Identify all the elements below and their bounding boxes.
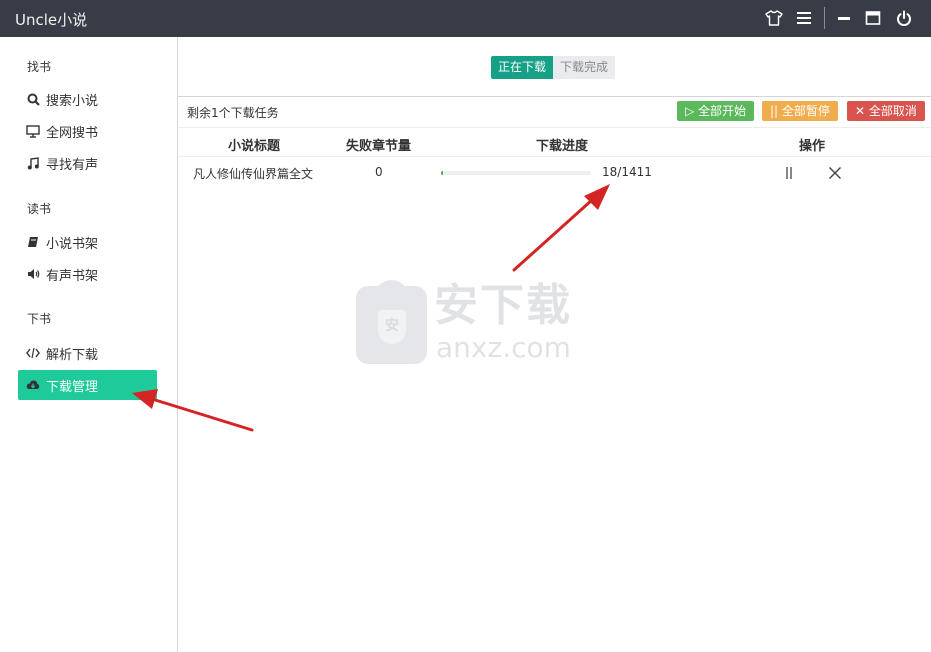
row-title: 凡人修仙传仙界篇全文: [193, 167, 314, 181]
sidebar-item-label: 全网搜书: [46, 125, 99, 141]
sidebar-item-label: 下载管理: [46, 379, 99, 395]
row-failed-count: 0: [375, 165, 383, 179]
title-separator: [824, 7, 825, 29]
watermark-text-en: anxz.com: [436, 331, 571, 364]
progress-fill: [441, 171, 443, 175]
code-icon: [26, 346, 40, 360]
cloud-download-icon: [26, 378, 40, 392]
tab-downloading[interactable]: 正在下载: [491, 56, 554, 79]
sidebar-item-label: 小说书架: [46, 236, 99, 252]
pause-icon[interactable]: [781, 165, 797, 181]
sidebar: 找书 搜索小说 全网搜书 寻找有声 读书 小说书架 有声书架 下书 解析下载 下…: [0, 37, 178, 652]
title-bar: Uncle小说: [0, 0, 931, 37]
sidebar-item-audio-shelf[interactable]: 有声书架: [18, 259, 157, 289]
cancel-all-button[interactable]: ✕ 全部取消: [847, 101, 925, 121]
header-failed: 失败章节量: [346, 139, 412, 154]
sidebar-item-label: 解析下载: [46, 347, 99, 363]
shield-icon: 安: [378, 310, 406, 344]
header-progress: 下载进度: [536, 139, 589, 154]
divider: [178, 96, 931, 97]
power-icon[interactable]: [894, 8, 914, 28]
bag-icon: 安: [356, 280, 427, 364]
table-row: 凡人修仙传仙界篇全文 0 18/1411: [178, 158, 931, 187]
section-title-find: 找书: [27, 60, 52, 74]
sidebar-item-download-manager[interactable]: 下载管理: [18, 370, 157, 400]
header-title: 小说标题: [228, 139, 281, 154]
sidebar-item-label: 搜索小说: [46, 93, 99, 109]
sidebar-item-novel-shelf[interactable]: 小说书架: [18, 227, 157, 257]
sidebar-item-label: 寻找有声: [46, 157, 99, 173]
sidebar-item-label: 有声书架: [46, 268, 99, 284]
section-title-read: 读书: [27, 202, 52, 216]
close-icon[interactable]: [827, 165, 843, 181]
header-actions: 操作: [799, 139, 826, 154]
search-icon: [26, 92, 40, 106]
start-all-button[interactable]: ▷ 全部开始: [677, 101, 755, 121]
speaker-icon: [26, 267, 40, 281]
watermark-logo: 安 安下载 anxz.com: [356, 280, 572, 366]
shirt-icon[interactable]: [764, 8, 784, 28]
pause-all-button[interactable]: || 全部暂停: [762, 101, 838, 121]
music-icon: [26, 156, 40, 170]
sidebar-item-web-search[interactable]: 全网搜书: [18, 116, 157, 146]
tab-completed[interactable]: 下载完成: [553, 56, 616, 79]
sidebar-item-search-novel[interactable]: 搜索小说: [18, 84, 157, 114]
section-title-download: 下书: [27, 312, 52, 326]
download-tabs: 正在下载 下载完成: [491, 56, 616, 79]
row-progress-text: 18/1411: [602, 165, 652, 179]
app-title: Uncle小说: [15, 11, 88, 29]
remaining-tasks-text: 剩余1个下载任务: [187, 106, 279, 120]
monitor-icon: [26, 124, 40, 138]
book-icon: [26, 235, 40, 249]
minimize-icon[interactable]: [834, 8, 854, 28]
menu-icon[interactable]: [794, 8, 814, 28]
maximize-icon[interactable]: [863, 8, 883, 28]
sidebar-item-parse-download[interactable]: 解析下载: [18, 338, 157, 368]
table-header: 小说标题 失败章节量 下载进度 操作: [178, 127, 931, 157]
watermark-text-cn: 安下载: [434, 280, 572, 331]
progress-bar: [441, 171, 591, 175]
sidebar-item-find-audio[interactable]: 寻找有声: [18, 148, 157, 178]
